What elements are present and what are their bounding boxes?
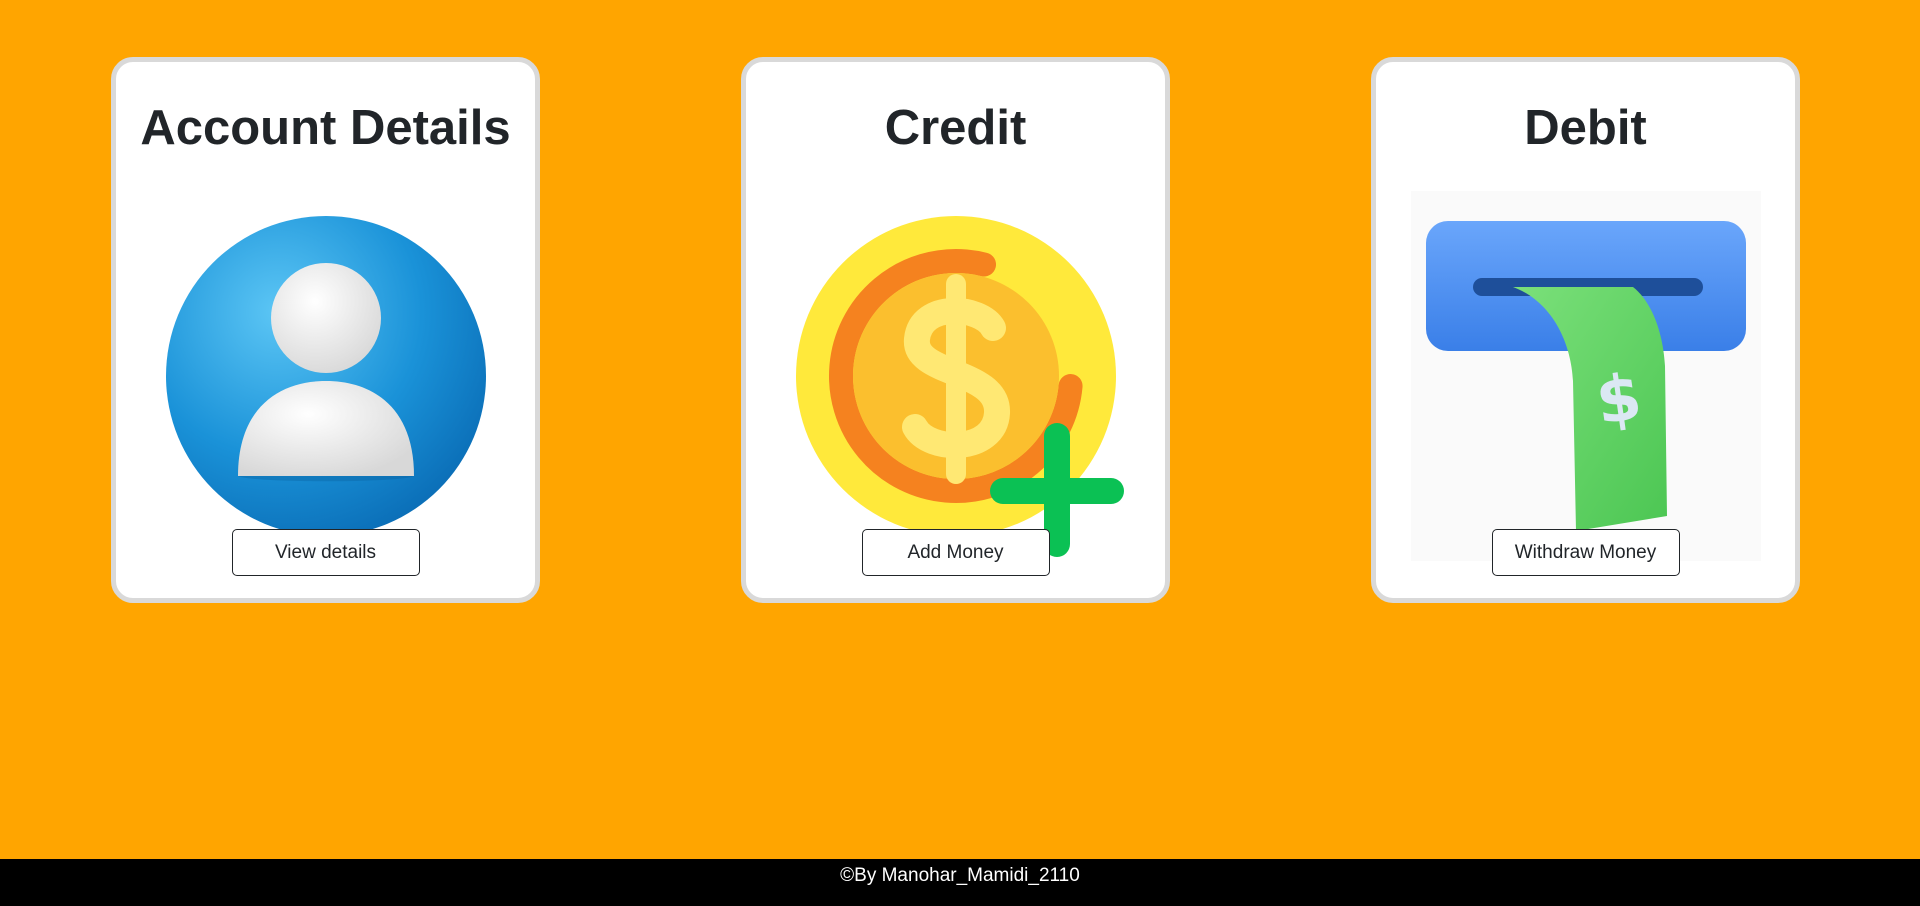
- credit-title: Credit: [884, 101, 1027, 155]
- account-details-title: Account Details: [140, 101, 511, 155]
- debit-title: Debit: [1524, 101, 1647, 155]
- coin-plus-icon: [771, 191, 1141, 561]
- add-money-button[interactable]: Add Money: [861, 529, 1050, 576]
- debit-card: Debit $ Withdraw Money: [1371, 57, 1800, 603]
- withdraw-money-button[interactable]: Withdraw Money: [1491, 529, 1680, 576]
- credit-card: Credit Add Money: [741, 57, 1170, 603]
- account-details-card: Account Details View details: [111, 57, 540, 603]
- footer-credit-text: ©By Manohar_Mamidi_2110: [840, 865, 1080, 886]
- user-avatar-icon: [141, 191, 511, 561]
- footer: ©By Manohar_Mamidi_2110: [0, 859, 1920, 906]
- atm-cash-withdraw-icon: $: [1401, 191, 1771, 561]
- view-details-button[interactable]: View details: [231, 529, 420, 576]
